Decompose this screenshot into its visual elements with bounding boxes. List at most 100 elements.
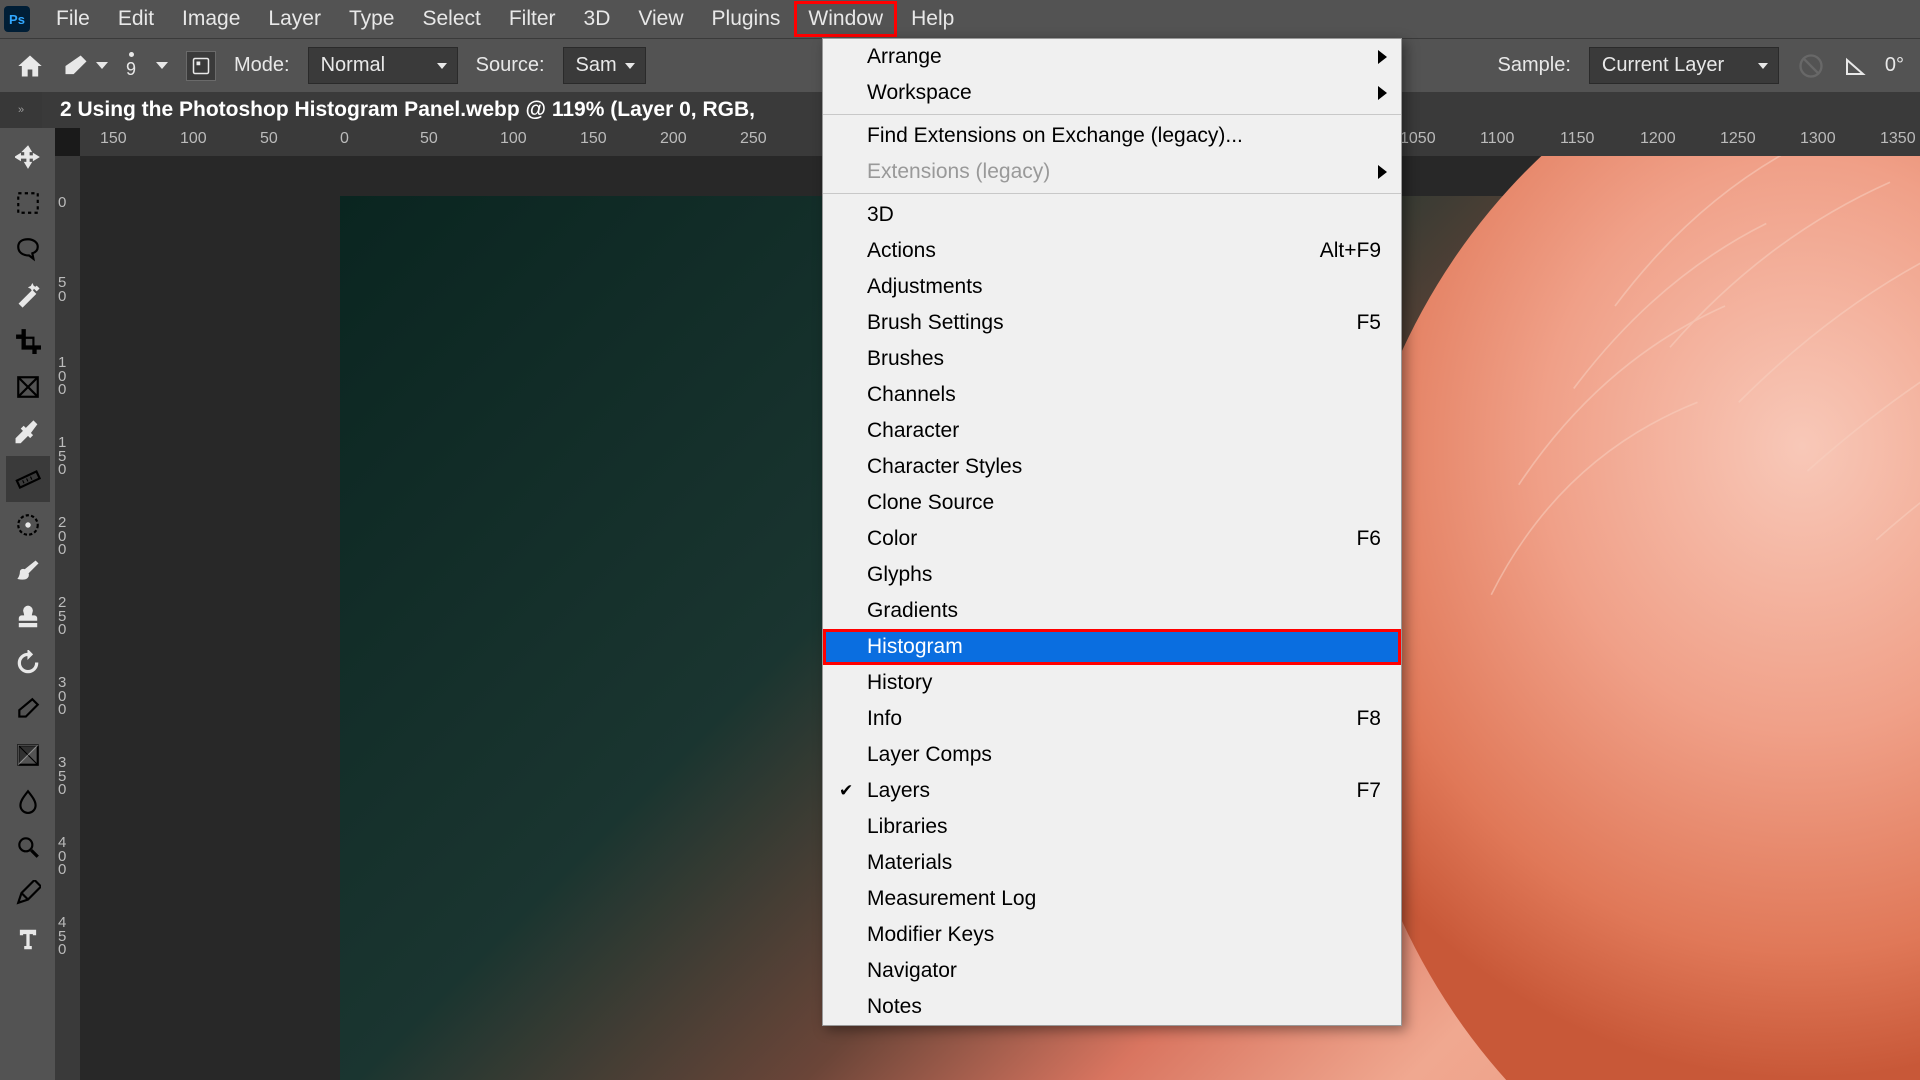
menu-file[interactable]: File (42, 1, 104, 37)
tool-stamp[interactable] (6, 594, 50, 640)
menu-3d[interactable]: 3D (570, 1, 625, 37)
menu-item-label: Glyphs (867, 563, 932, 587)
ruler-tick: 200 (58, 516, 66, 557)
tool-marquee[interactable] (6, 180, 50, 226)
ruler-tick: 150 (58, 436, 66, 477)
menu-item-clone-source[interactable]: Clone Source (823, 485, 1401, 521)
menu-help[interactable]: Help (897, 1, 968, 37)
menu-item-arrange[interactable]: Arrange (823, 39, 1401, 75)
menu-item-label: Brush Settings (867, 311, 1004, 335)
menu-item-modifier-keys[interactable]: Modifier Keys (823, 917, 1401, 953)
menu-item-label: Histogram (867, 635, 963, 659)
ruler-tick: 1350 (1880, 130, 1916, 148)
tool-lasso[interactable] (6, 226, 50, 272)
menu-item-label: Actions (867, 239, 936, 263)
menu-item-extensions-legacy-: Extensions (legacy) (823, 154, 1401, 190)
tool-frame[interactable] (6, 364, 50, 410)
menu-item-actions[interactable]: ActionsAlt+F9 (823, 233, 1401, 269)
menu-item-color[interactable]: ColorF6 (823, 521, 1401, 557)
menu-item-glyphs[interactable]: Glyphs (823, 557, 1401, 593)
ruler-tick: 400 (58, 836, 66, 877)
menu-item-label: Libraries (867, 815, 948, 839)
menu-item-find-extensions-on-exchange-legacy-[interactable]: Find Extensions on Exchange (legacy)... (823, 118, 1401, 154)
menu-item-workspace[interactable]: Workspace (823, 75, 1401, 111)
menu-item-channels[interactable]: Channels (823, 377, 1401, 413)
canvas-image (1340, 156, 1920, 1080)
menu-item-libraries[interactable]: Libraries (823, 809, 1401, 845)
menu-item-info[interactable]: InfoF8 (823, 701, 1401, 737)
submenu-arrow-icon (1378, 50, 1387, 64)
mode-dropdown[interactable]: Normal (308, 47, 458, 84)
menu-item-label: Channels (867, 383, 956, 407)
menu-item-brush-settings[interactable]: Brush SettingsF5 (823, 305, 1401, 341)
tool-pen[interactable] (6, 870, 50, 916)
menu-edit[interactable]: Edit (104, 1, 168, 37)
tool-brush[interactable] (6, 548, 50, 594)
brush-size-group[interactable]: 9 (126, 52, 168, 80)
menu-layer[interactable]: Layer (254, 1, 335, 37)
ruler-tick: 50 (260, 130, 278, 148)
menu-item-materials[interactable]: Materials (823, 845, 1401, 881)
menu-item-label: Navigator (867, 959, 957, 983)
menu-item-character-styles[interactable]: Character Styles (823, 449, 1401, 485)
menu-type[interactable]: Type (335, 1, 409, 37)
tool-ruler[interactable] (6, 456, 50, 502)
menu-item-label: Character (867, 419, 959, 443)
menu-image[interactable]: Image (168, 1, 254, 37)
sample-dropdown[interactable]: Current Layer (1589, 47, 1779, 84)
menu-filter[interactable]: Filter (495, 1, 570, 37)
tool-blur[interactable] (6, 778, 50, 824)
menu-item-brushes[interactable]: Brushes (823, 341, 1401, 377)
menu-item-history[interactable]: History (823, 665, 1401, 701)
tool-eraser[interactable] (6, 686, 50, 732)
menu-item-label: Gradients (867, 599, 958, 623)
menu-select[interactable]: Select (408, 1, 494, 37)
ruler-tick: 0 (340, 130, 349, 148)
menu-item-label: Color (867, 527, 917, 551)
brush-panel-toggle[interactable] (186, 51, 216, 81)
tab-overflow[interactable]: » (0, 92, 42, 128)
tool-eyedropper[interactable] (6, 410, 50, 456)
source-dropdown[interactable]: Sam (563, 47, 646, 84)
toolbar (0, 128, 55, 1080)
menu-item-notes[interactable]: Notes (823, 989, 1401, 1025)
tool-gradient[interactable] (6, 732, 50, 778)
ruler-tick: 300 (58, 676, 66, 717)
tool-move[interactable] (6, 134, 50, 180)
ruler-vertical[interactable]: 050100150200250300350400450 (55, 156, 80, 1080)
menu-item-adjustments[interactable]: Adjustments (823, 269, 1401, 305)
check-icon: ✔ (839, 781, 853, 801)
menu-item-gradients[interactable]: Gradients (823, 593, 1401, 629)
tool-crop[interactable] (6, 318, 50, 364)
submenu-arrow-icon (1378, 86, 1387, 100)
angle-icon[interactable] (1843, 54, 1867, 78)
ruler-tick: 1300 (1800, 130, 1836, 148)
menu-window[interactable]: Window (794, 1, 897, 37)
menu-item-histogram[interactable]: Histogram (823, 629, 1401, 665)
menu-item-3d[interactable]: 3D (823, 197, 1401, 233)
ruler-tick: 250 (740, 130, 767, 148)
menu-item-label: Materials (867, 851, 952, 875)
menu-item-label: Find Extensions on Exchange (legacy)... (867, 124, 1243, 148)
tool-heal[interactable] (6, 502, 50, 548)
home-icon[interactable] (16, 52, 44, 80)
menu-item-layers[interactable]: ✔LayersF7 (823, 773, 1401, 809)
menu-item-measurement-log[interactable]: Measurement Log (823, 881, 1401, 917)
ruler-tick: 100 (180, 130, 207, 148)
menu-view[interactable]: View (624, 1, 697, 37)
menu-plugins[interactable]: Plugins (698, 1, 795, 37)
menu-item-layer-comps[interactable]: Layer Comps (823, 737, 1401, 773)
document-tab[interactable]: 2 Using the Photoshop Histogram Panel.we… (60, 98, 755, 122)
menu-item-label: Character Styles (867, 455, 1022, 479)
tool-history-brush[interactable] (6, 640, 50, 686)
ruler-tick: 1050 (1400, 130, 1436, 148)
sample-label: Sample: (1498, 54, 1571, 77)
tool-wand[interactable] (6, 272, 50, 318)
tool-preset[interactable] (62, 52, 108, 80)
ruler-tick: 350 (58, 756, 66, 797)
menu-item-navigator[interactable]: Navigator (823, 953, 1401, 989)
ignore-adjustment-icon[interactable] (1797, 52, 1825, 80)
tool-dodge[interactable] (6, 824, 50, 870)
menu-item-character[interactable]: Character (823, 413, 1401, 449)
tool-type[interactable] (6, 916, 50, 962)
